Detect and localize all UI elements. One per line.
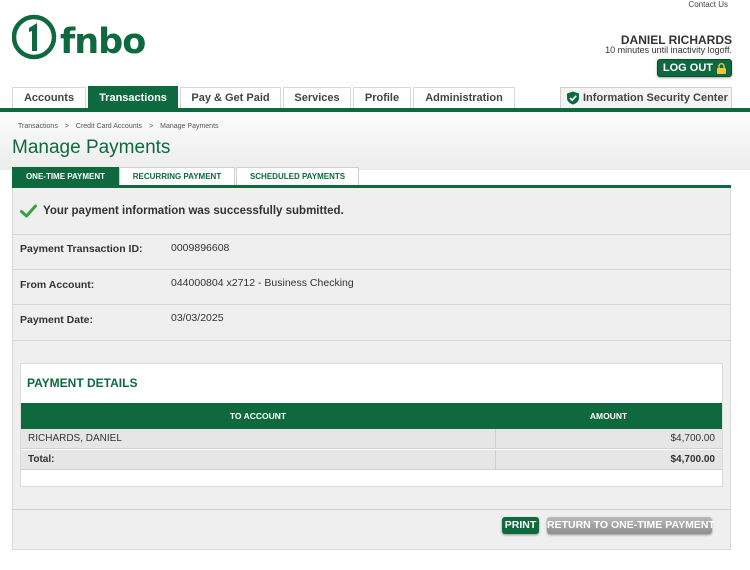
- nav-underline: [0, 108, 750, 112]
- from-account-value: 044000804 x2712 - Business Checking: [171, 277, 354, 289]
- security-center-label: Information Security Center: [583, 92, 728, 104]
- nav-tab-administration[interactable]: Administration: [413, 87, 515, 109]
- breadcrumb-manage-payments: Manage Payments: [160, 123, 219, 130]
- success-message: Your payment information was successfull…: [20, 204, 344, 218]
- payment-details-title: PAYMENT DETAILS: [27, 376, 138, 390]
- payment-date-label: Payment Date:: [20, 314, 93, 326]
- checkmark-icon: [20, 204, 37, 218]
- table-header: TO ACCOUNT AMOUNT: [21, 403, 722, 429]
- logout-button[interactable]: LOG OUT: [656, 59, 732, 77]
- breadcrumb-credit-card-accounts[interactable]: Credit Card Accounts: [76, 123, 142, 130]
- nav-tab-transactions[interactable]: Transactions: [88, 86, 178, 109]
- total-row: Total: $4,700.00: [21, 450, 722, 470]
- divider: [12, 269, 731, 270]
- total-label: Total:: [28, 454, 55, 465]
- transaction-id-label: Payment Transaction ID:: [20, 243, 143, 255]
- contact-us-link[interactable]: Contact Us: [688, 0, 728, 9]
- fnbo-logo[interactable]: fnbo: [11, 14, 157, 62]
- divider: [12, 340, 731, 341]
- transaction-id-value: 0009896608: [171, 242, 230, 254]
- total-amount: $4,700.00: [670, 454, 716, 465]
- tab-recurring-payment[interactable]: RECURRING PAYMENT: [119, 167, 235, 186]
- page-title: Manage Payments: [12, 137, 171, 158]
- column-to-account: TO ACCOUNT: [229, 411, 287, 421]
- cell-divider: [495, 450, 496, 469]
- brand-text: fnbo: [60, 22, 145, 62]
- footer-divider: [12, 509, 731, 510]
- tab-scheduled-payments[interactable]: SCHEDULED PAYMENTS: [236, 167, 359, 186]
- table-row: RICHARDS, DANIEL $4,700.00: [21, 429, 722, 449]
- success-text: Your payment information was successfull…: [43, 205, 344, 217]
- payment-date-value: 03/03/2025: [171, 312, 224, 324]
- print-button[interactable]: PRINT: [502, 517, 539, 534]
- nav-tab-accounts[interactable]: Accounts: [12, 87, 86, 109]
- breadcrumb-transactions[interactable]: Transactions: [18, 123, 58, 130]
- from-account-label: From Account:: [20, 279, 95, 291]
- security-center-tab[interactable]: Information Security Center: [560, 87, 732, 108]
- fnbo-logo-icon: fnbo: [11, 14, 146, 62]
- nav-tab-services[interactable]: Services: [283, 87, 351, 109]
- column-amount: AMOUNT: [589, 411, 628, 421]
- logout-label: LOG OUT: [662, 62, 713, 74]
- tab-one-time-payment[interactable]: ONE-TIME PAYMENT: [12, 167, 119, 186]
- divider: [12, 304, 731, 305]
- breadcrumb: Transactions > Credit Card Accounts > Manage…: [18, 123, 219, 130]
- divider: [12, 234, 731, 235]
- row-amount: $4,700.00: [670, 433, 716, 444]
- nav-tab-pay-get-paid[interactable]: Pay & Get Paid: [180, 87, 281, 109]
- inactivity-notice: 10 minutes until inactivity logoff.: [605, 45, 732, 55]
- return-to-one-time-payment-button[interactable]: RETURN TO ONE-TIME PAYMENT: [547, 517, 715, 534]
- cell-divider: [495, 429, 496, 448]
- shield-check-icon: [567, 91, 579, 105]
- nav-tab-profile[interactable]: Profile: [353, 87, 411, 109]
- lock-icon: [717, 62, 726, 74]
- row-account: RICHARDS, DANIEL: [28, 433, 122, 444]
